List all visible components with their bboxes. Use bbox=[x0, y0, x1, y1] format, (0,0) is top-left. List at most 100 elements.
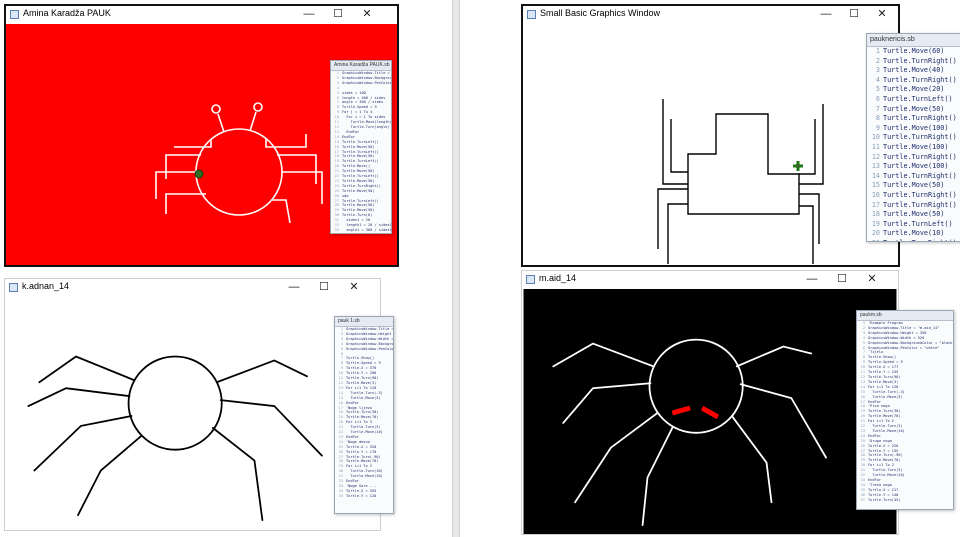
graphics-window-white: Small Basic Graphics Window — ☐ ✕ bbox=[521, 4, 900, 267]
small-basic-icon bbox=[10, 10, 19, 19]
code-line[interactable]: 1 Turtle.Move(60) bbox=[869, 47, 960, 57]
code-text: EndFor bbox=[868, 478, 881, 482]
code-text: Turtle.Turn(90) bbox=[868, 374, 901, 379]
code-line[interactable]: 5 Turtle.Move(20) bbox=[869, 85, 960, 95]
code-text: For i=1 To 120 bbox=[346, 385, 377, 390]
code-line[interactable]: 7 Turtle.Move(50) bbox=[869, 105, 960, 115]
close-button[interactable]: ✕ bbox=[353, 6, 381, 23]
source-code[interactable]: 1 Turtle.Move(60) 2 Turtle.TurnRight() 3 Turt… bbox=[867, 47, 960, 241]
line-number: 5 bbox=[875, 85, 880, 94]
code-text: Turtle.Move(50) bbox=[342, 208, 375, 213]
small-basic-icon bbox=[526, 275, 535, 284]
line-number: 16 bbox=[871, 190, 880, 199]
minimize-button[interactable]: — bbox=[798, 271, 826, 288]
code-text: Turtle.Move(10) bbox=[883, 229, 945, 238]
code-text: 'Example Program bbox=[868, 321, 903, 325]
code-text: GraphicsWindow.Width = 720 bbox=[346, 336, 394, 341]
code-text: Turtle.X = 355 bbox=[346, 488, 377, 493]
code-line[interactable]: 35 Turtle.Y = 120 bbox=[336, 494, 393, 499]
code-text: Turtle.Turn(45) bbox=[868, 497, 901, 502]
code-line[interactable]: 18 Turtle.Move(50) bbox=[869, 210, 960, 220]
code-text: 'Treća noga bbox=[868, 482, 892, 487]
source-code[interactable]: 1GraphicsWindow.Title = "Amina Karadža P… bbox=[331, 71, 392, 234]
line-number: 19 bbox=[871, 219, 880, 228]
code-line[interactable]: 9 Turtle.Move(100) bbox=[869, 124, 960, 134]
close-button[interactable]: ✕ bbox=[868, 6, 896, 23]
title-bar: k.adnan_14 — ☐ ✕ bbox=[5, 279, 380, 297]
code-text: length1 = 20 / sides1 bbox=[342, 223, 392, 228]
line-number: 2 bbox=[875, 56, 880, 65]
spider-drawing bbox=[27, 355, 323, 521]
drawing-canvas bbox=[523, 24, 898, 265]
code-line[interactable]: 3GraphicsWindow.PenColor = GraphicsWindo… bbox=[332, 81, 391, 86]
code-line[interactable]: 6 Turtle.TurnLeft() bbox=[869, 95, 960, 105]
source-code[interactable]: 1GraphicsWindow.Title = "k.adnan_14"2Gra… bbox=[335, 327, 393, 499]
code-line[interactable]: 20 Turtle.Move(10) bbox=[869, 229, 960, 239]
maximize-button[interactable]: ☐ bbox=[310, 279, 338, 296]
code-line[interactable]: 3 Turtle.Move(40) bbox=[869, 66, 960, 76]
close-button[interactable]: ✕ bbox=[340, 279, 368, 296]
code-text: Turtle.Move(50) bbox=[342, 169, 375, 174]
line-number: 20 bbox=[871, 229, 880, 238]
code-line[interactable]: 37 Turtle.Turn(45) bbox=[858, 498, 953, 503]
minimize-button[interactable]: — bbox=[812, 6, 840, 23]
maximize-button[interactable]: ☐ bbox=[828, 271, 856, 288]
code-editor-panel[interactable]: paukm.sb 1 'Example Program 2 GraphicsWindo… bbox=[856, 310, 954, 510]
code-text: Turtle.TurnRight() bbox=[883, 114, 957, 123]
code-text: Turtle.TurnRight() bbox=[883, 190, 957, 199]
code-text: Turtle.Move(50) bbox=[883, 104, 945, 113]
code-line[interactable]: 19 Turtle.TurnLeft() bbox=[869, 220, 960, 230]
code-editor-panel[interactable]: pauknericis.sb 1 Turtle.Move(60) 2 Turtle.T… bbox=[866, 33, 960, 242]
code-text: Turtle.Move(100) bbox=[883, 162, 949, 171]
code-text: angle = 360 / sides bbox=[342, 100, 384, 105]
code-text: GraphicsWindow.PenColor = "black" bbox=[346, 346, 394, 351]
code-text: Turtle.Move(50) bbox=[342, 178, 375, 183]
maximize-button[interactable]: ☐ bbox=[840, 6, 868, 23]
line-number: 17 bbox=[871, 200, 880, 209]
code-text: Turtle.X = 177 bbox=[868, 365, 899, 370]
code-text: Turtle.TurnRight() bbox=[883, 239, 957, 241]
code-editor-panel[interactable]: Amina Karadža PAUK.sb 1 GraphicsWindow.Ti… bbox=[330, 60, 392, 234]
code-editor-panel[interactable]: pauk 1.sb 1GraphicsWindow.Title = "k.adn… bbox=[334, 316, 394, 514]
code-line[interactable]: 15 Turtle.Move(50) bbox=[869, 181, 960, 191]
code-line[interactable]: 14 Turtle.TurnRight() bbox=[869, 172, 960, 182]
code-line[interactable]: 21Turtle.TurnRight() bbox=[869, 239, 960, 241]
code-text: Turtle.Move(length) bbox=[342, 120, 392, 125]
code-text: Turtle.Turn(3) bbox=[346, 425, 381, 430]
code-line[interactable]: 10 Turtle.TurnRight() bbox=[869, 133, 960, 143]
code-text: For i=1 To 2 bbox=[868, 463, 894, 468]
code-line[interactable]: 17 Turtle.TurnRight() bbox=[869, 201, 960, 211]
code-text: Turtle.TurnRight() bbox=[883, 75, 957, 84]
maximize-button[interactable]: ☐ bbox=[324, 6, 352, 23]
code-text: Turtle.Move(70) bbox=[868, 458, 901, 463]
source-code[interactable]: 1 'Example Program 2 GraphicsWindow.Title =… bbox=[857, 321, 953, 503]
code-line[interactable]: 4 Turtle.TurnRight() bbox=[869, 76, 960, 86]
code-line[interactable]: 11 Turtle.Move(100) bbox=[869, 143, 960, 153]
code-line[interactable]: 34Turtle.Speed = 9 bbox=[332, 233, 391, 234]
code-text: 'Noge Gore ... bbox=[346, 484, 377, 488]
line-number: 15 bbox=[871, 181, 880, 190]
spider-leg bbox=[657, 188, 688, 249]
code-text: sides1 = 20 bbox=[342, 218, 371, 223]
minimize-button[interactable]: — bbox=[280, 279, 308, 296]
close-button[interactable]: ✕ bbox=[858, 271, 886, 288]
pane-divider[interactable] bbox=[452, 0, 460, 537]
code-line[interactable]: 16 Turtle.TurnRight() bbox=[869, 191, 960, 201]
code-line[interactable]: 12 Turtle.TurnRight() bbox=[869, 153, 960, 163]
minimize-button[interactable]: — bbox=[295, 6, 323, 23]
code-line[interactable]: 13 Turtle.Move(100) bbox=[869, 162, 960, 172]
code-text: For i=1 To 2 bbox=[346, 464, 372, 469]
code-line[interactable]: 8 Turtle.TurnRight() bbox=[869, 114, 960, 124]
code-line[interactable]: 2 Turtle.TurnRight() bbox=[869, 57, 960, 67]
code-line[interactable]: 5GraphicsWindow.PenColor = "black" bbox=[336, 347, 393, 352]
line-number: 21 bbox=[869, 239, 880, 241]
code-text: Turtle.TurnRight() bbox=[883, 200, 957, 209]
line-number: 13 bbox=[871, 162, 880, 171]
spider-leg bbox=[670, 119, 688, 173]
code-text: Turtle.Y = 120 bbox=[346, 493, 377, 498]
code-text: angle1 = 360 / sides1 bbox=[342, 228, 392, 232]
editor-title: pauknericis.sb bbox=[867, 34, 960, 47]
code-text: 'Prva noga bbox=[868, 404, 890, 409]
code-text: Turtle.Move(50) bbox=[342, 188, 375, 193]
line-number: 9 bbox=[875, 123, 880, 132]
